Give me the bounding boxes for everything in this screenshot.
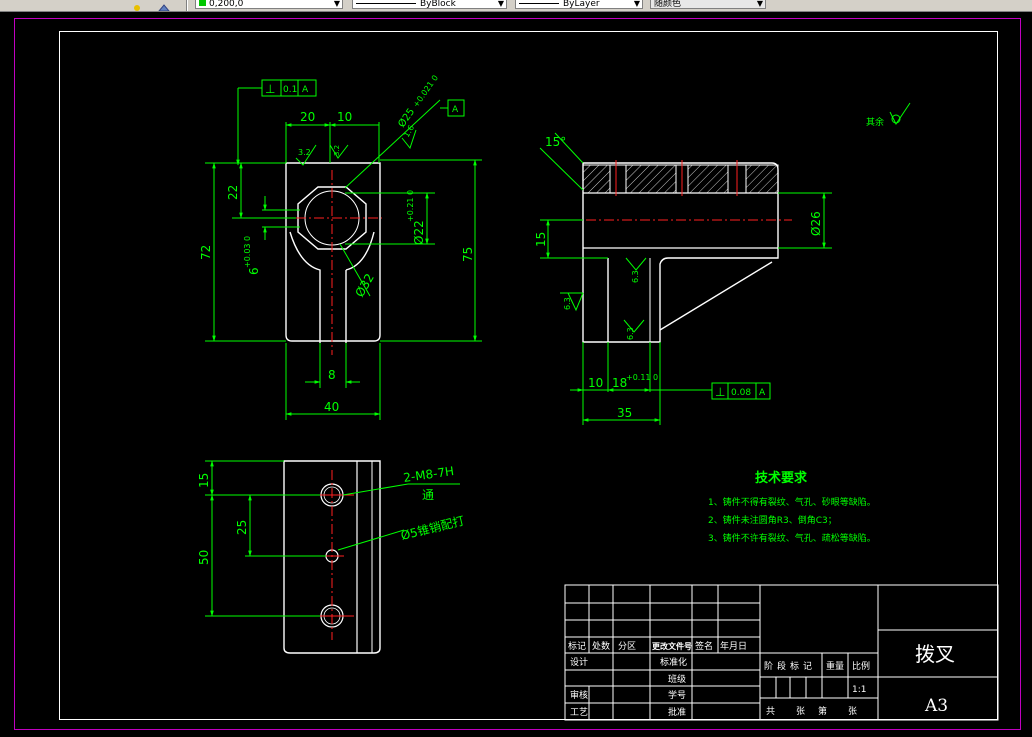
tb-header-zone: 分区: [618, 641, 636, 652]
linetype-combo[interactable]: ByBlock ▼: [352, 0, 507, 9]
side-dim-35: 35: [617, 406, 632, 420]
dim-phi22: Ø22: [412, 220, 426, 245]
toolbar-separator: [186, 0, 188, 11]
side-dim-15: 15: [534, 232, 548, 247]
lineweight-combo-value: ByLayer: [563, 0, 600, 9]
title-block-text: 标记 处数 分区 更改文件号 签名 年月日 设计 标准化 班级 审核 学号 工艺…: [568, 640, 955, 718]
thread-label: 2-M8-7H: [402, 464, 454, 485]
front-outline: [285, 162, 381, 342]
roughness-63a: 6.3: [563, 297, 572, 310]
dim-phi26: Ø26: [809, 211, 823, 236]
color-combo[interactable]: 0,200,0 ▼: [195, 0, 343, 9]
roughness-32: 3.2: [298, 148, 311, 157]
perp-tol-ref: A: [302, 85, 309, 95]
tech-req-line-3: 3、铸件不许有裂纹、气孔、疏松等缺陷。: [708, 532, 876, 544]
tb-part-name: 拨叉: [915, 642, 955, 666]
tb-grade: 班级: [668, 673, 686, 685]
pin-label: Ø5锥销配打: [399, 514, 466, 543]
tb-stage-marks: 阶段标记: [764, 660, 816, 672]
side-dim-10: 10: [588, 376, 603, 390]
layer-sun-icon[interactable]: [132, 0, 142, 11]
perp-tol-symbol: ⊥: [265, 82, 275, 96]
roughness-63c: 6.3: [626, 327, 635, 340]
tech-requirements: 技术要求 1、铸件不得有裂纹、气孔、砂眼等缺陷。 2、铸件未注圆角R3、倒角C3…: [708, 470, 876, 544]
tb-check: 审核: [570, 689, 588, 701]
tb-header-mark: 标记: [568, 640, 586, 652]
front-dims: ⊥ 0.1 A 20 10 Ø25 +0.021 0 A 3.2 3.2 1.6…: [199, 73, 482, 420]
plotstyle-combo[interactable]: 随颜色 ▼: [650, 0, 766, 9]
bottom-dim-25: 25: [235, 520, 249, 535]
angle-15: 15°: [545, 135, 566, 149]
chevron-down-icon[interactable]: ▼: [334, 0, 340, 8]
datum-a: A: [452, 105, 459, 115]
tb-process: 工艺: [570, 707, 588, 718]
bottom-dim-15: 15: [197, 473, 211, 488]
tb-weight: 重量: [826, 660, 844, 672]
tb-sheet-size: A3: [924, 696, 948, 716]
side-dims: 15° 15 Ø26 6.3 6.3 6.3 10 18 +0.11 0 ⊥ 0…: [534, 102, 911, 425]
tb-sheet-unit: 张: [796, 706, 805, 717]
tech-req-title: 技术要求: [755, 470, 808, 486]
chevron-down-icon[interactable]: ▼: [634, 0, 640, 8]
roughness-63b: 6.3: [631, 270, 640, 283]
front-view: [260, 122, 382, 355]
tb-scale: 1:1: [852, 685, 866, 695]
dim-phi22-tol: +0.21 0: [406, 190, 415, 222]
tb-standard: 标准化: [660, 656, 687, 668]
drawing-canvas[interactable]: ⊥ 0.1 A 20 10 Ø25 +0.021 0 A 3.2 3.2 1.6…: [0, 11, 1032, 737]
layer-manager-icon[interactable]: [158, 0, 170, 11]
tb-design: 设计: [570, 656, 588, 668]
bottom-view: [283, 460, 381, 654]
side-perp-symbol: ⊥: [715, 385, 725, 399]
dim-22: 22: [226, 185, 240, 200]
tb-sheet-count: 共: [766, 706, 775, 717]
dim-phi32: Ø32: [352, 271, 376, 299]
linetype-combo-value: ByBlock: [420, 0, 456, 9]
tb-student-no: 学号: [668, 689, 686, 701]
tb-header-sign: 签名: [695, 640, 713, 652]
side-dim-18: 18: [612, 376, 627, 390]
tb-ratio: 比例: [852, 660, 870, 672]
dim-20: 20: [300, 110, 315, 124]
side-perp-ref: A: [759, 388, 766, 398]
chevron-down-icon[interactable]: ▼: [498, 0, 504, 8]
tb-sheet-num: 第: [818, 705, 827, 717]
tb-header-change-doc: 更改文件号: [652, 641, 692, 651]
lineweight-combo[interactable]: ByLayer ▼: [515, 0, 643, 9]
side-dim-18-tol: +0.11 0: [626, 373, 658, 382]
rest-roughness-label: 其余: [866, 116, 884, 128]
dim-6-tol: +0.03 0: [243, 236, 252, 268]
tb-approve: 批准: [668, 706, 686, 718]
tech-req-line-2: 2、铸件未注圆角R3、倒角C3；: [708, 514, 837, 526]
plotstyle-combo-value: 随颜色: [654, 0, 682, 9]
tech-req-line-1: 1、铸件不得有裂纹、气孔、砂眼等缺陷。: [708, 496, 876, 508]
dim-8: 8: [328, 368, 336, 382]
roughness-32b: 3.2: [333, 145, 341, 156]
color-combo-value: 0,200,0: [209, 0, 244, 9]
tb-header-date: 年月日: [720, 640, 747, 652]
chevron-down-icon[interactable]: ▼: [757, 0, 763, 8]
tb-header-count: 处数: [592, 640, 610, 652]
side-perp-value: 0.08: [731, 388, 751, 398]
side-view: [550, 160, 792, 343]
dim-75: 75: [461, 247, 475, 262]
bottom-dim-50: 50: [197, 550, 211, 565]
dim-72: 72: [199, 245, 213, 260]
tb-sheet-unit2: 张: [848, 706, 857, 717]
dim-10: 10: [337, 110, 352, 124]
through-label: 通: [422, 488, 434, 502]
perp-tol-value: 0.1: [283, 85, 297, 95]
dim-40: 40: [324, 400, 339, 414]
